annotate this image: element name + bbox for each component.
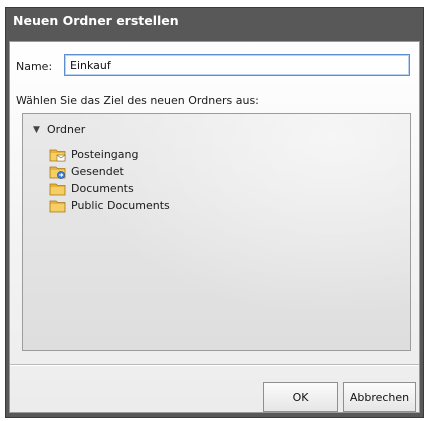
tree-item-label: Public Documents (71, 199, 170, 212)
inbox-folder-icon (49, 148, 67, 162)
tree-item-label: Documents (71, 182, 134, 195)
tree-item-gesendet[interactable]: Gesendet (49, 163, 170, 180)
ok-button[interactable]: OK (263, 382, 338, 412)
new-folder-dialog: Neuen Ordner erstellen Name: Wählen Sie … (5, 7, 424, 418)
folder-tree[interactable]: ▼ Ordner Posteingang Gesendet Documents … (22, 113, 411, 351)
collapse-arrow-icon[interactable]: ▼ (33, 125, 47, 135)
sent-folder-icon (49, 165, 67, 179)
tree-item-label: Gesendet (71, 165, 124, 178)
dialog-title: Neuen Ordner erstellen (13, 13, 179, 28)
tree-root-label: Ordner (47, 123, 86, 136)
folder-name-input[interactable] (64, 54, 410, 76)
tree-root-ordner[interactable]: ▼ Ordner (33, 123, 85, 136)
tree-item-label: Posteingang (71, 148, 139, 161)
tree-item-public-documents[interactable]: Public Documents (49, 197, 170, 214)
folder-icon (49, 182, 67, 196)
button-divider (10, 364, 419, 366)
cancel-button[interactable]: Abbrechen (343, 382, 416, 412)
folder-icon (49, 199, 67, 213)
name-label: Name: (16, 60, 53, 73)
tree-item-documents[interactable]: Documents (49, 180, 170, 197)
dialog-body: Name: Wählen Sie das Ziel des neuen Ordn… (9, 41, 420, 413)
tree-item-posteingang[interactable]: Posteingang (49, 146, 170, 163)
destination-label: Wählen Sie das Ziel des neuen Ordners au… (16, 94, 259, 107)
